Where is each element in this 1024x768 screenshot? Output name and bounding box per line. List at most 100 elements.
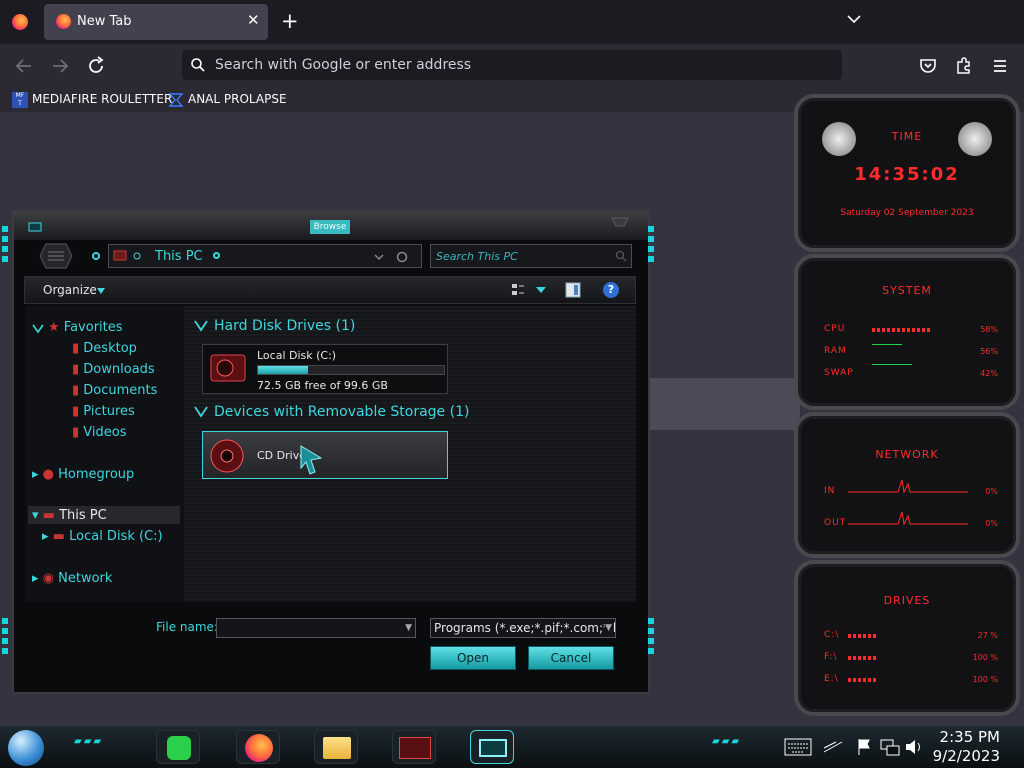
back-button-icon[interactable] [38,242,74,270]
bookmark-mediafire[interactable]: MF T MEDIAFIRE ROULETTER [12,90,172,108]
nav-videos[interactable]: ▮ Videos [72,425,127,440]
collapse-arrow-icon[interactable] [194,406,208,418]
chevron-down-icon[interactable] [845,10,863,28]
folder-icon [323,737,351,759]
app-window-icon [399,737,431,759]
nav-documents[interactable]: ▮ Documents [72,383,157,398]
dropdown-arrow-icon [97,288,105,294]
expand-arrow-icon[interactable] [32,324,44,334]
back-arrow-icon[interactable] [12,54,36,78]
clock-date[interactable]: 9/2/2023 [933,747,1000,765]
dropdown-arrow-icon[interactable] [536,287,546,293]
network-icon[interactable] [880,738,900,756]
nav-desktop[interactable]: ▮ Desktop [72,341,137,356]
url-bar[interactable]: Search with Google or enter address [182,50,842,80]
close-icon[interactable] [610,216,630,228]
gadget-network-title: NETWORK [875,448,939,461]
taskbar-app-browse-dialog[interactable] [470,730,514,764]
forward-arrow-icon[interactable] [48,54,72,78]
gadget-network[interactable]: NETWORK IN 0% OUT 0% [794,412,1020,558]
collapse-arrow-icon[interactable] [194,320,208,332]
dialog-titlebar[interactable]: Browse [14,212,648,240]
chevron-down-icon[interactable]: ▼ [605,619,612,637]
pocket-icon[interactable] [916,54,940,78]
computer-icon [113,250,141,261]
swap-graph [872,364,912,365]
skin-accent-left-bottom [2,618,8,658]
cpu-label: CPU [824,324,846,334]
search-input[interactable]: Search This PC [430,244,632,268]
volume-icon[interactable] [904,738,924,756]
gadget-time[interactable]: TIME 14:35:02 Saturday 02 September 2023 [794,94,1020,252]
nav-pictures[interactable]: ▮ Pictures [72,404,135,419]
taskbar-app-notes[interactable] [156,730,200,764]
chevron-down-icon[interactable] [373,251,385,263]
reload-icon[interactable] [84,54,108,78]
flag-icon[interactable] [856,738,872,756]
gadget-system[interactable]: SYSTEM CPU 58% RAM 56% SWAP 42% [794,254,1020,410]
taskbar: ▰▰▰ ▰▰▰ 2:35 PM 9/2/2023 [0,726,1024,768]
filetype-select[interactable]: Programs (*.exe;*.pif;*.com;*.ba ▼ [430,618,616,638]
address-bar[interactable]: This PC [108,244,422,268]
nav-network[interactable]: ▸ ◉ Network [32,571,112,586]
close-tab-icon[interactable]: ✕ [247,11,260,29]
browse-dialog: Browse This PC Search This PC Organize ?… [12,210,650,694]
filename-input[interactable]: ▼ [216,618,416,638]
drive-cd[interactable]: CD Drive [202,431,448,479]
drive-c-value: 27 % [977,631,998,640]
nav-this-pc[interactable]: ▾ ▬ This PC [32,508,107,523]
drive-e-bar [848,678,878,682]
open-button[interactable]: Open [430,646,516,670]
skin-accent-right-bottom [648,618,654,658]
menu-icon[interactable] [988,54,1012,78]
nav-local-disk[interactable]: ▸ ▬ Local Disk (C:) [42,529,163,544]
clock-time[interactable]: 2:35 PM [940,728,1000,746]
window-icon [28,222,42,232]
group-header-hdd[interactable]: Hard Disk Drives (1) [214,318,355,334]
net-out-label: OUT [824,518,847,528]
refresh-icon[interactable] [395,250,409,264]
gadget-drives[interactable]: DRIVES C:\ 27 % F:\ 100 % E:\ 100 % [794,560,1020,716]
history-dot-icon[interactable] [92,252,100,260]
bookmark-label: ANAL PROLAPSE [188,92,287,106]
dialog-toolbar: Organize ? [24,276,636,304]
skin-accent-right [648,226,654,266]
breadcrumb-dot-icon[interactable] [213,252,220,259]
drive-e-value: 100 % [972,675,998,684]
group-header-removable[interactable]: Devices with Removable Storage (1) [214,404,469,420]
extensions-icon[interactable] [952,54,976,78]
nav-downloads[interactable]: ▮ Downloads [72,362,155,377]
filetype-value: Programs (*.exe;*.pif;*.com;*.ba [434,621,616,635]
cpu-bar [872,328,932,332]
taskbar-app-explorer[interactable] [314,730,358,764]
address-text: This PC [155,249,203,264]
organize-button[interactable]: Organize [43,283,97,297]
tab-new-tab[interactable]: New Tab ✕ [44,4,268,40]
nav-documents-label: Documents [83,383,158,398]
nav-homegroup[interactable]: ▸ ● Homegroup [32,467,134,482]
start-button[interactable] [8,730,44,766]
drive-usage-bar [257,365,445,375]
input-panel-icon[interactable] [822,740,844,754]
taskbar-app-firefox[interactable] [236,730,280,764]
taskbar-app-game[interactable] [392,730,436,764]
keyboard-icon[interactable] [784,738,812,756]
url-placeholder: Search with Google or enter address [215,57,472,73]
chevron-down-icon[interactable]: ▼ [405,619,412,637]
view-options-icon[interactable] [511,283,525,297]
drive-name: Local Disk (C:) [257,349,337,362]
bookmark-label: MEDIAFIRE ROULETTER [32,92,173,106]
help-icon[interactable]: ? [603,282,619,298]
preview-pane-icon[interactable] [565,282,581,298]
bookmark-second[interactable]: ANAL PROLAPSE [168,90,287,108]
cancel-button[interactable]: Cancel [528,646,614,670]
firefox-view-icon[interactable] [12,14,28,30]
dialog-title: Browse [310,220,350,234]
content-panel [650,378,800,430]
browser-tab-bar: New Tab ✕ + [0,0,1024,44]
tab-title: New Tab [77,14,132,29]
nav-videos-label: Videos [83,425,127,440]
new-tab-button[interactable]: + [281,9,299,33]
nav-favorites[interactable]: ★ Favorites [48,320,123,335]
drive-local-disk-c[interactable]: Local Disk (C:) 72.5 GB free of 99.6 GB [202,344,448,394]
